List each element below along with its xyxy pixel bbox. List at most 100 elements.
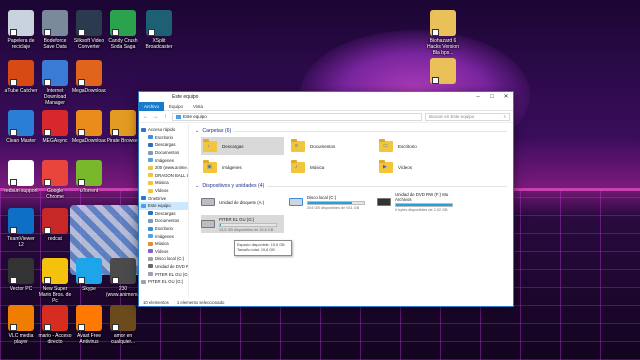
desktop-icon-label: Google Chrome	[46, 188, 64, 200]
desktop-icon[interactable]: VLC media player	[4, 305, 38, 345]
desktop-icon[interactable]: Pirate Browser	[106, 110, 140, 144]
desktop-icon[interactable]: XSplit Broadcaster	[142, 10, 176, 50]
desktop-icon[interactable]: 230 (www.animemang...)	[106, 258, 140, 298]
usb-icon	[201, 220, 215, 228]
folder-icon: ▣	[203, 159, 217, 173]
forward-button[interactable]: →	[152, 114, 159, 120]
nav-item[interactable]: Música	[139, 179, 188, 187]
desktop-icon[interactable]: Bodeforce Save Data	[38, 10, 72, 50]
desktop-icon[interactable]: Clean Master	[4, 110, 38, 144]
minimize-button[interactable]: –	[471, 92, 485, 102]
desktop-icon[interactable]: TeamViewer 12	[4, 208, 38, 248]
title-bar[interactable]: Este equipo – □ ✕	[139, 92, 513, 102]
nav-item[interactable]: OneDrive	[139, 194, 188, 202]
desktop-icon[interactable]: Avast Free Antivirus	[72, 305, 106, 345]
navigation-pane[interactable]: Acceso rápido Escritorio Descargas Document…	[139, 124, 189, 298]
drive-item[interactable]: PITER EL GU (G:) 15,5 GB disponibles de 1…	[201, 215, 284, 233]
desktop-icon[interactable]: redsun support	[4, 160, 38, 194]
close-button[interactable]: ✕	[499, 92, 513, 102]
desktop-icon[interactable]: Candy Crush Soda Saga	[106, 10, 140, 50]
nav-item[interactable]: PITER EL GU (G:)	[139, 278, 188, 286]
desktop-icon[interactable]: MegaDownloader	[72, 110, 106, 144]
folder-glyph: ≡	[295, 142, 298, 149]
nav-item[interactable]: Escritorio	[139, 225, 188, 233]
drive-usage-bar	[219, 222, 277, 227]
desktop-icon-label: uTorrent	[79, 188, 99, 194]
folder-item[interactable]: ↓ Descargas	[201, 137, 284, 155]
nav-item[interactable]: PITER EL GU (G:)	[139, 270, 188, 278]
mega-icon	[42, 110, 68, 136]
drive-item[interactable]: Disco local (C:) 204 GB disponibles de 93…	[289, 193, 372, 211]
shortcut-arrow-icon	[432, 77, 439, 84]
nav-item[interactable]: Escritorio	[139, 134, 188, 142]
desktop-icon-label: MegaDownloader	[72, 88, 106, 94]
desktop-icon[interactable]: amor en cualquier...	[106, 305, 140, 345]
desktop-icon[interactable]	[426, 58, 460, 86]
folder-item[interactable]: ≡ Documentos	[289, 137, 372, 155]
divider	[234, 130, 507, 132]
nav-item[interactable]: Descargas	[139, 210, 188, 218]
folder-label: Música	[310, 164, 325, 170]
nav-item-icon	[141, 203, 146, 208]
nav-item[interactable]: Documentos	[139, 149, 188, 157]
tab-equipo[interactable]: Equipo	[164, 102, 188, 111]
desktop-icon[interactable]: Vector PC	[4, 258, 38, 292]
folder-item[interactable]: ♪ Música	[289, 158, 372, 176]
folders-group-header[interactable]: ⌄ Carpetas (6)	[195, 127, 507, 135]
desktop-icon[interactable]: redcat	[38, 208, 72, 242]
app-icon	[42, 208, 68, 234]
desktop-icon[interactable]: uTorrent	[72, 160, 106, 194]
nav-item[interactable]: Música	[139, 240, 188, 248]
desktop-icon-label: aTube Catcher	[4, 88, 38, 94]
nav-item[interactable]: Acceso rápido	[139, 126, 188, 134]
up-button[interactable]: ↑	[162, 114, 169, 120]
back-button[interactable]: ←	[142, 114, 149, 120]
address-bar[interactable]: Este equipo	[172, 112, 422, 121]
tab-vista[interactable]: Vista	[188, 102, 208, 111]
tab-archivo[interactable]: Archivo	[139, 101, 165, 111]
folder-item[interactable]: ▣ Imágenes	[201, 158, 284, 176]
nav-item[interactable]: Este equipo	[139, 201, 188, 210]
desktop-icon[interactable]: Internet Download Manager	[38, 60, 72, 106]
drive-usage-bar	[395, 203, 453, 207]
drive-item[interactable]: Unidad de disquete (A:)	[201, 193, 284, 211]
nav-item-label: DRAGON BALL SU...	[155, 172, 188, 178]
nav-item-label: Escritorio	[155, 134, 173, 140]
nav-item[interactable]: Vídeos	[139, 187, 188, 195]
desktop-icon[interactable]: New Super Mario Bros. de Pc	[38, 258, 72, 304]
desktop-icon[interactable]: Papelera de reciclaje	[4, 10, 38, 50]
nav-item[interactable]: Vídeos	[139, 248, 188, 256]
desktop-icon[interactable]: Silksoft Video Converter	[72, 10, 106, 50]
desktop-icon[interactable]: Skype	[72, 258, 106, 292]
desktop-icon-label: Bodeforce Save Data	[43, 38, 67, 50]
folder-item[interactable]: ▭ Escritorio	[377, 137, 460, 155]
folder-icon: ↓	[203, 138, 217, 152]
maximize-button[interactable]: □	[485, 92, 499, 102]
status-selected-count: 1 elemento seleccionado	[176, 299, 225, 305]
nav-item[interactable]: DRAGON BALL SU...	[139, 172, 188, 180]
search-input[interactable]: Buscar en Este equipo ⌕	[425, 112, 510, 121]
drive-item[interactable]: Unidad de DVD RW (F:) Mu Archivos 0 bytes…	[377, 192, 460, 212]
desktop-icon-label: redcat	[48, 236, 62, 242]
desktop-icon[interactable]: aTube Catcher	[4, 60, 38, 94]
desktop-icon[interactable]: Google Chrome	[38, 160, 72, 200]
nav-item[interactable]: Unidad de DVD R...	[139, 263, 188, 271]
nav-item[interactable]: 200 (www.anime...	[139, 164, 188, 172]
desktop-icon[interactable]: MegaDownloader	[72, 60, 106, 94]
desktop-icon[interactable]: mario - Acceso directo	[38, 305, 72, 345]
shortcut-arrow-icon	[44, 227, 51, 234]
folder-label: Descargas	[222, 143, 244, 149]
nav-item[interactable]: Imágenes	[139, 156, 188, 164]
nav-item[interactable]: Documentos	[139, 217, 188, 225]
floppy-icon	[201, 198, 215, 206]
megadownloader-icon	[76, 110, 102, 136]
devices-group-header[interactable]: ⌄ Dispositivos y unidades (4)	[195, 182, 507, 190]
nav-item[interactable]: Descargas	[139, 141, 188, 149]
folder-item[interactable]: ▶ Vídeos	[377, 158, 460, 176]
nav-item[interactable]: Disco local (C:)	[139, 255, 188, 263]
desktop-icon[interactable]: Biohazard 6 Hacks Version Bla bps...	[426, 10, 460, 56]
nav-item[interactable]: Imágenes	[139, 232, 188, 240]
explorer-window[interactable]: Este equipo – □ ✕ Archivo Equipo Vista ←…	[138, 91, 514, 307]
shortcut-arrow-icon	[10, 227, 17, 234]
desktop-icon[interactable]: MEGAsync	[38, 110, 72, 144]
